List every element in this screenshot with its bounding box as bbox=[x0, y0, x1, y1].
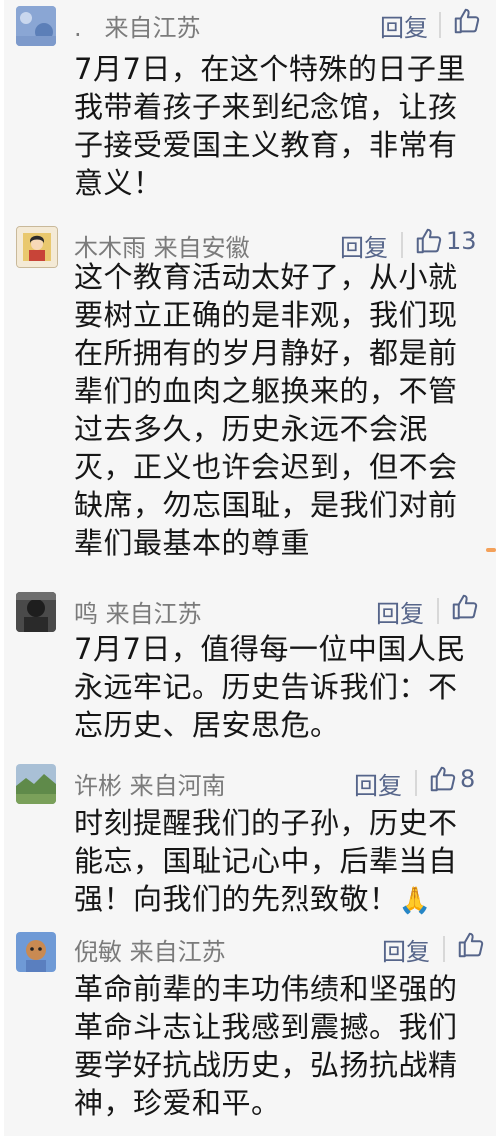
scroll-indicator bbox=[486, 548, 496, 552]
reply-button[interactable]: 回复 bbox=[382, 932, 430, 967]
thumbs-up-icon bbox=[452, 594, 478, 620]
reply-button[interactable]: 回复 bbox=[380, 8, 428, 43]
like-button[interactable]: 8 bbox=[428, 764, 475, 794]
divider bbox=[401, 232, 403, 258]
comment-text: 时刻提醒我们的子孙，历史不 能忘，国耻记心中，后辈当自 强！向我们的先烈致敬！🙏 bbox=[74, 804, 474, 920]
reply-button[interactable]: 回复 bbox=[354, 766, 402, 801]
reply-button[interactable]: 回复 bbox=[376, 594, 424, 629]
commenter-name[interactable]: 鸣 来自江苏 bbox=[74, 594, 202, 629]
thumbs-up-icon bbox=[430, 766, 456, 792]
divider bbox=[415, 770, 417, 796]
divider bbox=[439, 12, 441, 38]
like-button[interactable] bbox=[456, 930, 488, 960]
thumbs-up-icon bbox=[454, 8, 480, 34]
divider bbox=[443, 936, 445, 962]
comment-text: 7月7日，值得每一位中国人民 永远牢记。历史告诉我们：不 忘历史、居安思危。 bbox=[74, 632, 466, 742]
comment-text: 革命前辈的丰功伟绩和坚强的 革命斗志让我感到震撼。我们 要学好抗战历史，弘扬抗战… bbox=[74, 972, 458, 1120]
commenter-name[interactable]: 许彬 来自河南 bbox=[74, 766, 226, 801]
like-button[interactable]: 13 bbox=[414, 226, 477, 256]
avatar[interactable] bbox=[16, 6, 56, 46]
avatar[interactable] bbox=[16, 226, 58, 268]
like-button[interactable] bbox=[452, 6, 484, 36]
comment-text: 这个教育活动太好了，从小就 要树立正确的是非观，我们现 在所拥有的岁月静好，都是… bbox=[74, 260, 458, 560]
thumbs-up-icon bbox=[458, 932, 484, 958]
avatar[interactable] bbox=[16, 932, 56, 972]
folded-hands-emoji: 🙏 bbox=[398, 886, 432, 916]
commenter-name[interactable]: 倪敏 来自江苏 bbox=[74, 932, 226, 967]
divider bbox=[437, 598, 439, 624]
comments-panel: . 来自江苏 回复 7月7日，在这个特殊的日子里 我带着孩子来到纪念馆，让孩 子… bbox=[4, 0, 496, 1136]
commenter-name[interactable]: . 来自江苏 bbox=[74, 8, 201, 43]
avatar[interactable] bbox=[16, 592, 56, 632]
like-count: 13 bbox=[446, 227, 477, 255]
thumbs-up-icon bbox=[416, 228, 442, 254]
comment-text: 7月7日，在这个特殊的日子里 我带着孩子来到纪念馆，让孩 子接受爱国主义教育，非… bbox=[74, 52, 466, 200]
avatar[interactable] bbox=[16, 764, 56, 804]
like-button[interactable] bbox=[450, 592, 482, 622]
like-count: 8 bbox=[460, 765, 476, 793]
